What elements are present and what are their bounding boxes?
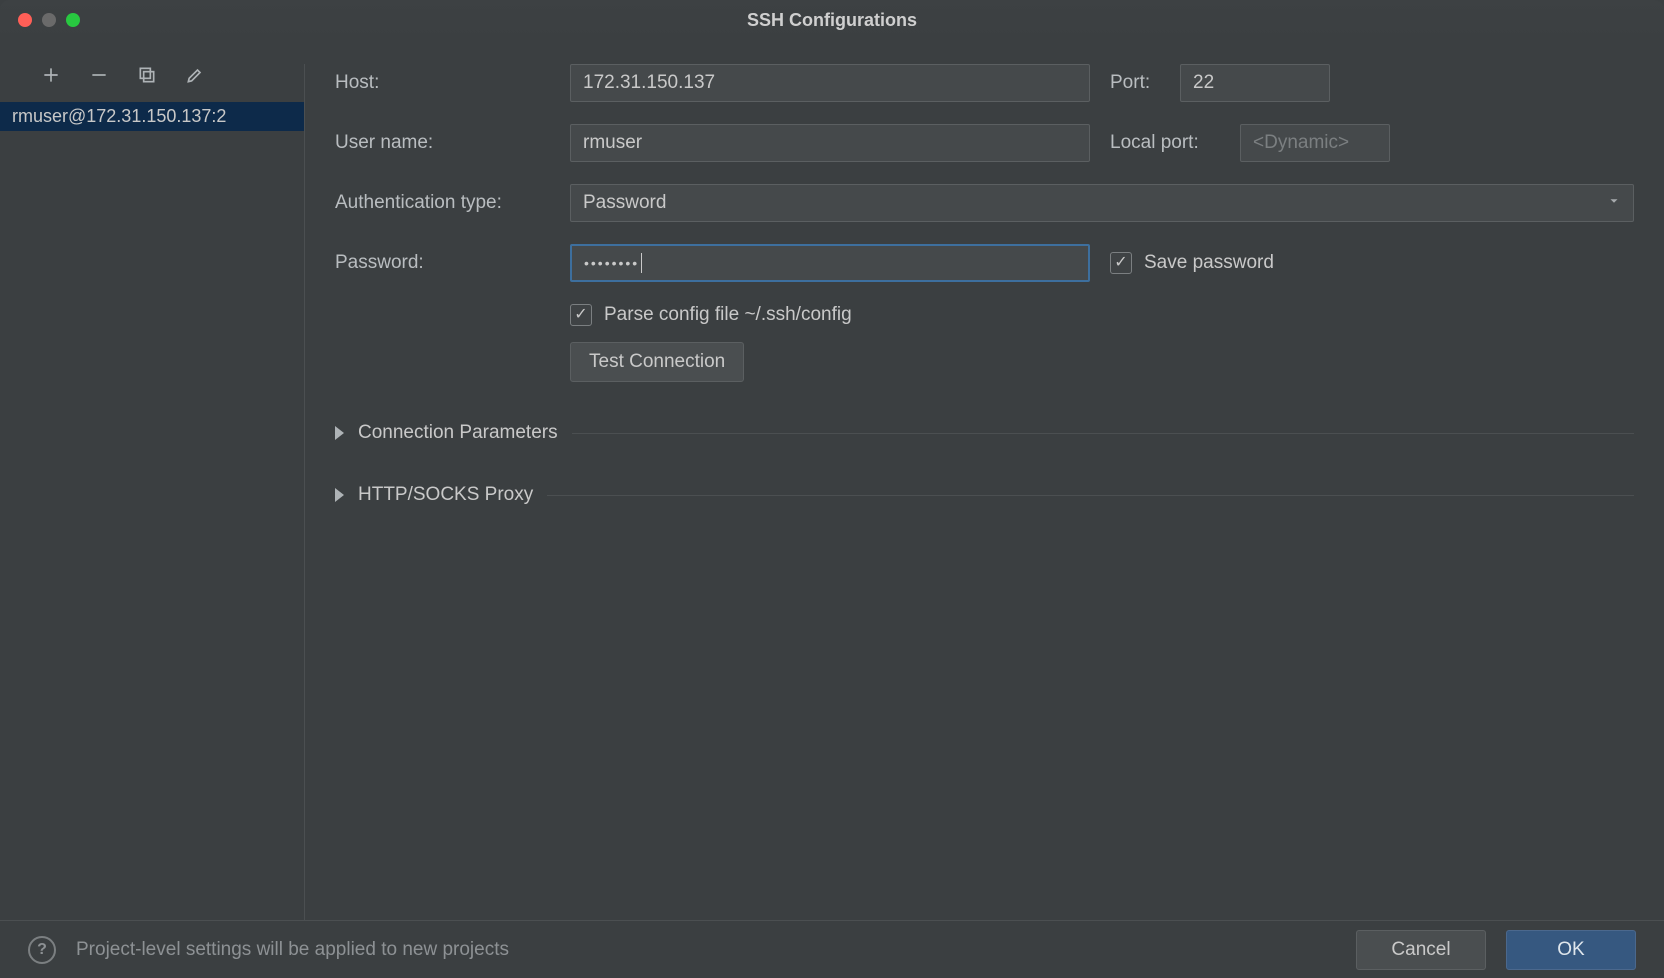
minimize-window-icon[interactable] — [42, 13, 56, 27]
titlebar: SSH Configurations — [0, 0, 1664, 40]
authtype-select[interactable]: Password — [570, 184, 1634, 222]
cancel-button[interactable]: Cancel — [1356, 930, 1486, 970]
edit-icon[interactable] — [184, 64, 206, 86]
authtype-label: Authentication type: — [335, 192, 550, 214]
check-icon: ✓ — [574, 307, 587, 323]
host-label: Host: — [335, 72, 550, 94]
parse-config-label: Parse config file ~/.ssh/config — [604, 304, 852, 326]
localport-label: Local port: — [1110, 132, 1220, 154]
parse-config-checkbox-wrap[interactable]: ✓ Parse config file ~/.ssh/config — [570, 304, 852, 326]
authtype-value: Password — [583, 192, 666, 214]
expand-triangle-icon — [335, 488, 344, 502]
save-password-checkbox[interactable]: ✓ — [1110, 252, 1132, 274]
username-label: User name: — [335, 132, 550, 154]
window-controls — [0, 13, 80, 27]
password-input[interactable]: •••••••• — [570, 244, 1090, 282]
zoom-window-icon[interactable] — [66, 13, 80, 27]
username-input[interactable]: rmuser — [570, 124, 1090, 162]
close-window-icon[interactable] — [18, 13, 32, 27]
expand-triangle-icon — [335, 426, 344, 440]
save-password-checkbox-wrap[interactable]: ✓ Save password — [1110, 252, 1274, 274]
parse-config-checkbox[interactable]: ✓ — [570, 304, 592, 326]
bottom-bar: ? Project-level settings will be applied… — [0, 920, 1664, 978]
test-connection-button[interactable]: Test Connection — [570, 342, 744, 382]
sidebar: rmuser@172.31.150.137:2 — [0, 64, 305, 920]
chevron-down-icon — [1607, 192, 1621, 214]
remove-icon[interactable] — [88, 64, 110, 86]
window-title: SSH Configurations — [0, 10, 1664, 31]
client-area: rmuser@172.31.150.137:2 Host: 172.31.150… — [0, 40, 1664, 920]
add-icon[interactable] — [40, 64, 62, 86]
hint-text: Project-level settings will be applied t… — [76, 939, 1356, 961]
copy-icon[interactable] — [136, 64, 158, 86]
check-icon: ✓ — [1114, 255, 1127, 271]
password-value: •••••••• — [584, 255, 639, 271]
proxy-section[interactable]: HTTP/SOCKS Proxy — [335, 484, 1634, 506]
password-label: Password: — [335, 252, 550, 274]
proxy-title: HTTP/SOCKS Proxy — [358, 484, 533, 506]
ssh-config-list-item[interactable]: rmuser@172.31.150.137:2 — [0, 102, 304, 131]
port-input[interactable]: 22 — [1180, 64, 1330, 102]
port-label: Port: — [1110, 72, 1160, 94]
save-password-label: Save password — [1144, 252, 1274, 274]
ok-button[interactable]: OK — [1506, 930, 1636, 970]
help-icon[interactable]: ? — [28, 936, 56, 964]
divider — [547, 495, 1634, 496]
connection-parameters-section[interactable]: Connection Parameters — [335, 422, 1634, 444]
localport-input[interactable]: <Dynamic> — [1240, 124, 1390, 162]
host-input[interactable]: 172.31.150.137 — [570, 64, 1090, 102]
connection-parameters-title: Connection Parameters — [358, 422, 558, 444]
text-caret — [641, 253, 642, 273]
divider — [572, 433, 1634, 434]
form-panel: Host: 172.31.150.137 Port: 22 User name:… — [305, 64, 1664, 920]
sidebar-toolbar — [0, 64, 304, 102]
